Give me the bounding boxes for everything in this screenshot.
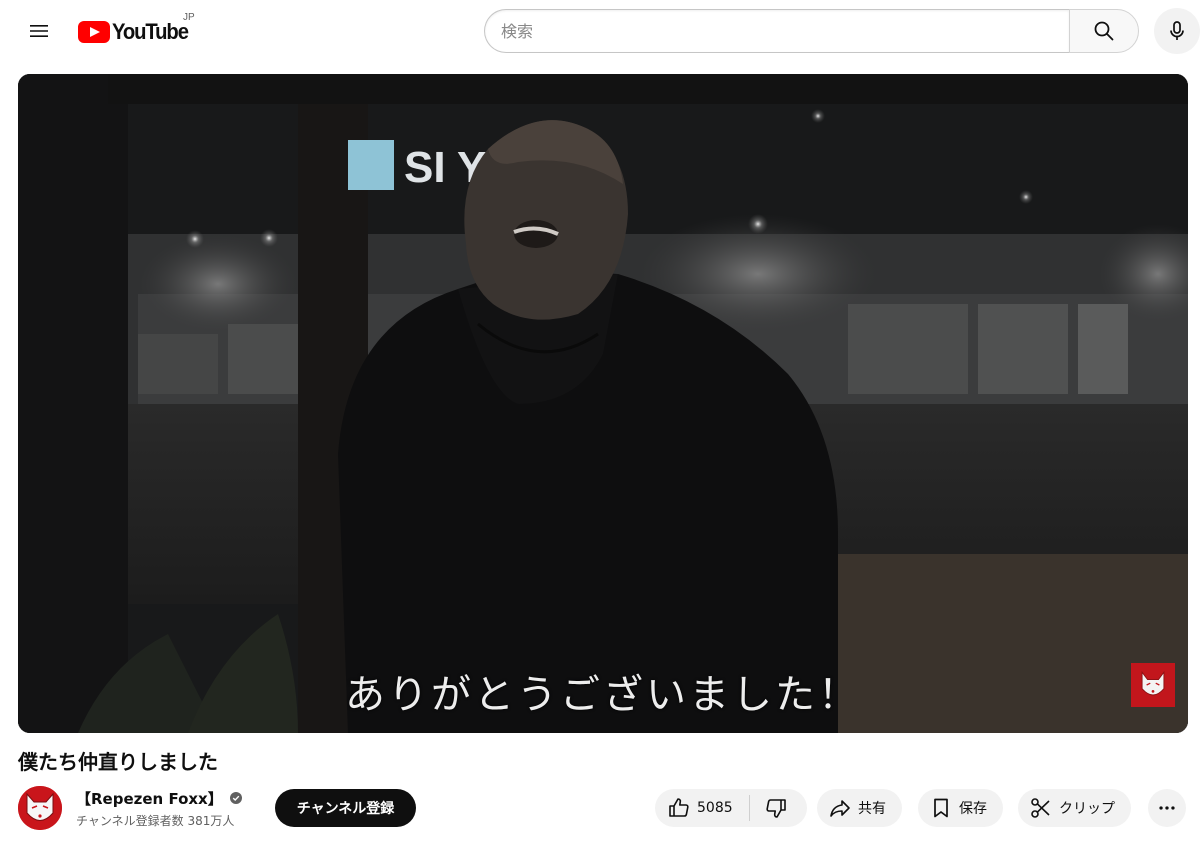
voice-search-button[interactable] — [1154, 8, 1200, 54]
search-input[interactable] — [484, 9, 1069, 53]
search-button[interactable] — [1069, 9, 1139, 53]
country-code: JP — [183, 12, 195, 23]
channel-name-row: 【Repezen Foxx】 — [76, 788, 243, 809]
guide-menu-button[interactable] — [20, 12, 58, 50]
subscriber-count: チャンネル登録者数 381万人 — [76, 813, 235, 828]
channel-avatar[interactable] — [18, 786, 62, 830]
hamburger-icon — [30, 25, 48, 37]
verified-check-icon — [229, 792, 242, 804]
video-subtitle: ありがとうございました！ — [345, 672, 861, 718]
like-button[interactable]: 5085 — [655, 789, 749, 827]
channel-info: 【Repezen Foxx】 チャンネル登録者数 381万人 — [76, 788, 243, 829]
search-icon — [1094, 21, 1114, 41]
thumbs-up-icon — [669, 798, 689, 817]
like-dislike-group: 5085 — [655, 789, 807, 827]
more-horizontal-icon — [1159, 806, 1175, 810]
dislike-button[interactable] — [750, 789, 802, 827]
channel-name[interactable]: 【Repezen Foxx】 — [76, 788, 223, 809]
thumbs-down-icon — [766, 799, 786, 818]
more-actions-button[interactable] — [1148, 789, 1186, 827]
fox-mask-icon — [1141, 670, 1165, 696]
youtube-logo[interactable]: YouTube JP — [78, 12, 195, 48]
clip-button[interactable]: クリップ — [1018, 789, 1131, 827]
video-player[interactable]: SI Y ありがとうございました！ — [18, 74, 1188, 733]
video-owner: 【Repezen Foxx】 チャンネル登録者数 381万人 — [18, 784, 243, 832]
channel-watermark[interactable] — [1131, 663, 1175, 707]
scissors-icon — [1031, 798, 1050, 818]
like-count: 5085 — [697, 800, 733, 816]
video-title: 僕たち仲直りしました — [18, 750, 218, 774]
mic-icon — [1170, 21, 1184, 40]
search-bar — [484, 9, 1139, 53]
bookmark-icon — [934, 798, 948, 818]
share-arrow-icon — [830, 800, 850, 817]
share-label: 共有 — [858, 801, 886, 817]
youtube-play-icon — [78, 21, 110, 43]
video-frame: SI Y — [18, 74, 1188, 733]
save-button[interactable]: 保存 — [918, 789, 1003, 827]
subscribe-button[interactable]: チャンネル登録 — [275, 789, 416, 827]
fox-mask-icon — [18, 786, 62, 830]
clip-label: クリップ — [1059, 801, 1115, 817]
masthead: YouTube JP — [0, 0, 1200, 62]
share-button[interactable]: 共有 — [817, 789, 902, 827]
save-label: 保存 — [959, 801, 987, 817]
logo-text: YouTube — [112, 19, 189, 44]
